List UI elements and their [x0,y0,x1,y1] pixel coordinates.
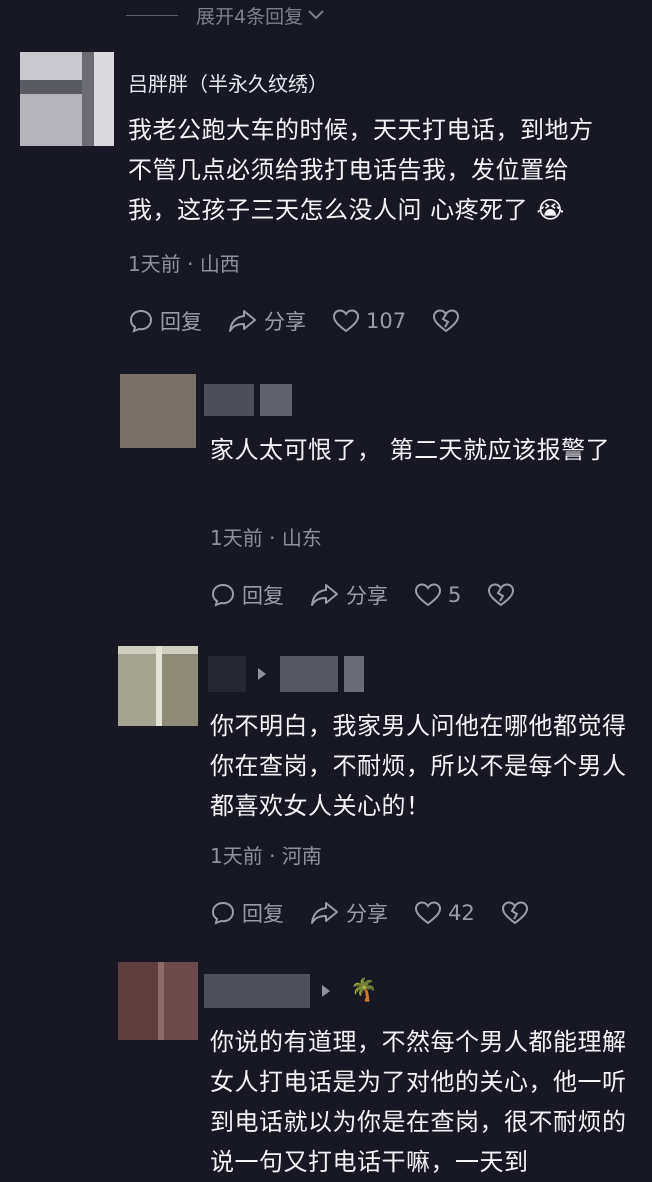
share-button[interactable]: 分享 [310,580,388,610]
reply-button[interactable]: 回复 [210,580,284,610]
comment-location: 河南 [281,844,322,868]
reply-icon [210,582,242,608]
avatar[interactable] [118,646,198,726]
meta-separator: · [269,526,282,550]
reply-label: 回复 [160,310,202,334]
share-label: 分享 [346,584,388,608]
like-count: 5 [448,583,462,607]
name-redacted-block [208,656,246,692]
share-icon [310,900,346,926]
comment-text: 你说的有道理，不然每个男人都能理解女人打电话是为了对他的关心，他一听到电话就以为… [210,1028,627,1176]
commenter-name[interactable]: 吕胖胖（半永久纹绣） [128,68,328,97]
dislike-button[interactable] [432,308,466,334]
share-label: 分享 [346,902,388,926]
commenter-name[interactable]: 🌴 [204,974,384,1008]
commenter-name[interactable] [206,656,366,692]
comment-location: 山西 [199,252,240,276]
dislike-button[interactable] [487,582,521,608]
name-redacted-block [280,656,338,692]
avatar[interactable] [120,374,196,448]
heart-icon [414,582,448,608]
broken-heart-icon [487,582,521,608]
heart-icon [332,308,366,334]
like-count: 107 [366,309,407,333]
comment-actions: 回复 分享 107 [128,306,466,336]
comment-time: 1天前 [128,252,181,276]
comment-text: 家人太可恨了， 第二天就应该报警了 [210,436,611,464]
name-redacted-block [204,384,254,416]
share-icon [310,582,346,608]
heart-icon [414,900,448,926]
reply-label: 回复 [242,902,284,926]
chevron-right-icon [322,985,330,997]
share-label: 分享 [264,310,306,334]
name-redacted-block [344,656,364,692]
comment-time: 1天前 [210,526,263,550]
share-icon [228,308,264,334]
like-button[interactable]: 107 [332,308,406,334]
share-button[interactable]: 分享 [228,306,306,336]
share-button[interactable]: 分享 [310,898,388,928]
comment-time: 1天前 [210,844,263,868]
avatar[interactable] [118,962,198,1040]
name-redacted-block [204,974,310,1008]
name-redacted-block [260,384,292,416]
palm-tree-badge-icon: 🌴 [350,978,378,1003]
chevron-down-icon [307,6,325,25]
dislike-button[interactable] [501,900,535,926]
like-button[interactable]: 5 [414,582,461,608]
comment-text: 我老公跑大车的时候，天天打电话，到地方不管几点必须给我打电话告我，发位置给我，这… [128,116,594,224]
comment-actions: 回复 分享 42 [210,898,535,928]
divider-line [126,14,178,16]
comment-meta: 1天前 · 山西 [128,248,240,277]
reply-icon [128,308,160,334]
commenter-name[interactable] [204,384,294,416]
broken-heart-icon [501,900,535,926]
like-button[interactable]: 42 [414,900,475,926]
broken-heart-icon [432,308,466,334]
meta-separator: · [187,252,200,276]
reply-label: 回复 [242,584,284,608]
expand-replies-button[interactable]: 展开4条回复 [126,0,325,30]
comment-location: 山东 [281,526,322,550]
comment-actions: 回复 分享 5 [210,580,521,610]
avatar[interactable] [20,52,114,146]
meta-separator: · [269,844,282,868]
reply-icon [210,900,242,926]
chevron-right-icon [258,668,266,680]
expand-replies-label: 展开4条回复 [196,5,304,28]
reply-button[interactable]: 回复 [210,898,284,928]
comment-text: 你不明白，我家男人问他在哪他都觉得你在查岗，不耐烦，所以不是每个男人都喜欢女人关… [210,712,627,820]
like-count: 42 [448,901,475,925]
comment-meta: 1天前 · 河南 [210,840,322,869]
reply-button[interactable]: 回复 [128,306,202,336]
comment-meta: 1天前 · 山东 [210,522,322,551]
